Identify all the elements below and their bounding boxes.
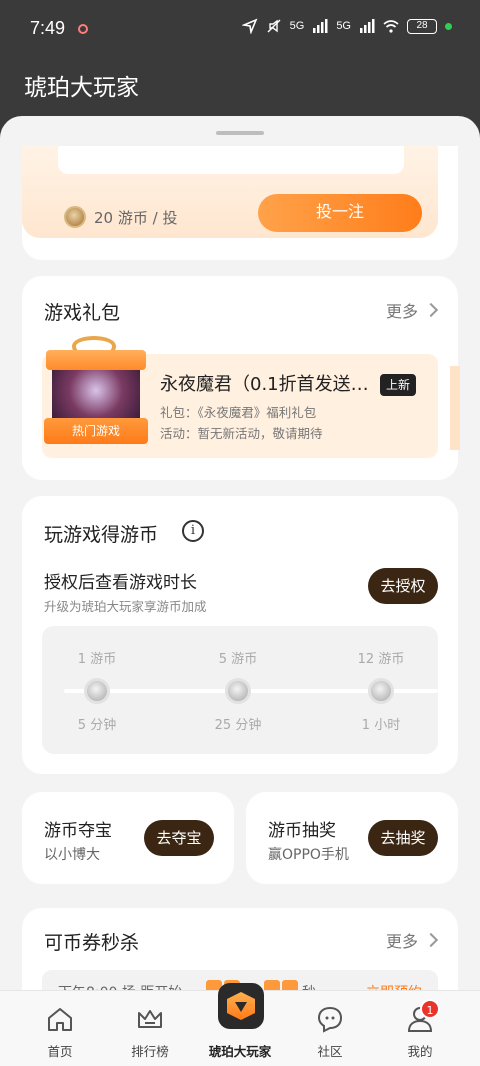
privacy-indicator-icon bbox=[445, 22, 452, 30]
coupon-more-link[interactable]: 更多 bbox=[385, 928, 439, 952]
bet-card: 20 游币 / 投 投一注 bbox=[22, 146, 458, 260]
treasure-title: 游币夺宝 bbox=[44, 821, 112, 841]
new-tag: 上新 bbox=[380, 374, 417, 396]
amber-logo-icon[interactable] bbox=[218, 983, 264, 1029]
gift-activity-line: 活动：暂无新活动，敬请期待 bbox=[160, 426, 323, 441]
home-icon bbox=[48, 1008, 72, 1031]
nav-profile[interactable]: 我的 bbox=[372, 991, 468, 1066]
more-label: 更多 bbox=[385, 302, 418, 321]
page-title: 琥珀大玩家 bbox=[24, 75, 139, 101]
bottom-sheet: 20 游币 / 投 投一注 游戏礼包 更多 热门游戏 永夜魔君（0.1折首发送…… bbox=[0, 116, 480, 1066]
signal-icon bbox=[313, 19, 328, 33]
milestone-reward: 1 游币 bbox=[77, 652, 117, 667]
lottery-button[interactable]: 去抽奖 bbox=[368, 820, 438, 856]
lottery-subtitle: 赢OPPO手机 bbox=[268, 847, 349, 863]
gift-box-icon: 热门游戏 bbox=[42, 336, 148, 458]
status-time: 7:49 bbox=[30, 18, 66, 38]
lottery-title: 游币抽奖 bbox=[268, 821, 336, 841]
network-label-1: 5G bbox=[289, 20, 305, 32]
location-icon bbox=[241, 18, 258, 34]
gift-item[interactable]: 热门游戏 永夜魔君（0.1折首发送… 上新 礼包：《永夜魔君》福利礼包 活动：暂… bbox=[42, 336, 438, 458]
nav-ranking[interactable]: 排行榜 bbox=[102, 991, 198, 1066]
nav-label: 我的 bbox=[407, 1044, 433, 1059]
milestone-duration: 25 分钟 bbox=[214, 718, 262, 733]
milestone-duration: 5 分钟 bbox=[77, 718, 117, 733]
treasure-button[interactable]: 去夺宝 bbox=[144, 820, 214, 856]
notification-badge: 1 bbox=[420, 999, 440, 1019]
gift-section-title: 游戏礼包 bbox=[44, 302, 121, 324]
hot-game-badge: 热门游戏 bbox=[44, 418, 148, 444]
authorize-button[interactable]: 去授权 bbox=[368, 568, 438, 604]
prize-strip bbox=[58, 146, 404, 174]
chevron-right-icon bbox=[423, 302, 439, 318]
crown-icon bbox=[138, 1010, 162, 1028]
coin-icon bbox=[225, 678, 251, 704]
auth-title: 授权后查看游戏时长 bbox=[44, 573, 197, 593]
earn-coins-card: 玩游戏得游币 i 授权后查看游戏时长 升级为琥珀大玩家享游币加成 去授权 1 游… bbox=[22, 496, 458, 774]
chevron-right-icon bbox=[423, 932, 439, 948]
notification-icon bbox=[78, 24, 88, 34]
status-icons: 5G 5G 28 bbox=[241, 18, 452, 34]
coin-icon bbox=[84, 678, 110, 704]
lid bbox=[46, 350, 146, 370]
coin-icon bbox=[368, 678, 394, 704]
signal-icon-2 bbox=[360, 19, 375, 33]
coin-lottery-card[interactable]: 游币抽奖 赢OPPO手机 去抽奖 bbox=[246, 792, 458, 884]
bet-button[interactable]: 投一注 bbox=[258, 194, 422, 232]
bet-cost: 20 游币 / 投 bbox=[94, 209, 178, 227]
nav-label: 琥珀大玩家 bbox=[208, 1044, 272, 1059]
info-icon[interactable]: i bbox=[182, 520, 204, 542]
drag-handle[interactable] bbox=[216, 131, 264, 135]
nav-home[interactable]: 首页 bbox=[12, 991, 108, 1066]
gift-more-link[interactable]: 更多 bbox=[385, 298, 439, 322]
nav-label: 首页 bbox=[47, 1044, 73, 1059]
battery-icon: 28 bbox=[407, 18, 437, 34]
status-bar: 7:49 5G 5G 28 bbox=[0, 0, 480, 60]
auth-subtitle: 升级为琥珀大玩家享游币加成 bbox=[44, 599, 207, 614]
bottom-nav: 首页 排行榜 琥珀大玩家 社区 我的 1 bbox=[0, 983, 480, 1066]
playtime-progress: 1 游币 5 游币 12 游币 5 分钟 25 分钟 1 小时 bbox=[42, 626, 438, 754]
gift-pack-line: 礼包：《永夜魔君》福利礼包 bbox=[160, 405, 317, 420]
wifi-icon bbox=[383, 20, 399, 33]
app-bar: 琥珀大玩家 bbox=[0, 60, 480, 120]
coupon-section-title: 可币券秒杀 bbox=[44, 932, 140, 954]
treasure-subtitle: 以小博大 bbox=[44, 847, 100, 863]
gift-pack-card: 游戏礼包 更多 热门游戏 永夜魔君（0.1折首发送… 上新 礼包：《永夜魔君》福… bbox=[22, 276, 460, 480]
coin-icon bbox=[64, 206, 86, 228]
nav-community[interactable]: 社区 bbox=[282, 991, 378, 1066]
bet-panel: 20 游币 / 投 投一注 bbox=[22, 146, 438, 238]
more-label: 更多 bbox=[385, 932, 418, 951]
mute-icon bbox=[267, 19, 281, 33]
gift-game-name: 永夜魔君（0.1折首发送… bbox=[160, 374, 369, 395]
next-gift-peek bbox=[450, 366, 460, 450]
nav-label: 社区 bbox=[317, 1044, 343, 1059]
nav-label: 排行榜 bbox=[131, 1044, 169, 1059]
earn-section-title: 玩游戏得游币 bbox=[44, 524, 159, 546]
coin-treasure-card[interactable]: 游币夺宝 以小博大 去夺宝 bbox=[22, 792, 234, 884]
network-label-2: 5G bbox=[336, 20, 351, 32]
milestone-reward: 12 游币 bbox=[357, 652, 405, 667]
milestone-duration: 1 小时 bbox=[361, 718, 401, 733]
milestone-reward: 5 游币 bbox=[218, 652, 258, 667]
chat-bubble-icon bbox=[317, 1006, 343, 1033]
